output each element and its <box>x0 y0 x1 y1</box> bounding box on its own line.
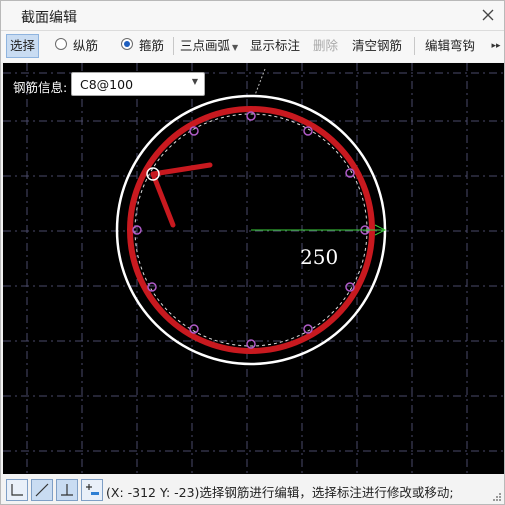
longitudinal-radio[interactable] <box>55 38 67 50</box>
status-bar: (X: -312 Y: -23)选择钢筋进行编辑，选择标注进行修改或移动; <box>1 475 504 504</box>
resize-grip-icon[interactable] <box>493 493 501 501</box>
ortho-snap-button[interactable] <box>6 479 28 501</box>
rebar-info-label: 钢筋信息: <box>13 80 68 95</box>
toolbar-divider <box>414 37 415 55</box>
stirrup-radio[interactable] <box>121 38 133 50</box>
dimension-snap-button[interactable] <box>81 479 103 501</box>
arc-mode-dropdown[interactable]: 三点画弧 ▼ <box>177 35 241 57</box>
perpendicular-snap-button[interactable] <box>56 479 78 501</box>
perpendicular-icon <box>61 484 73 496</box>
window-title: 截面编辑 <box>21 10 77 26</box>
toolbar-divider <box>173 37 174 55</box>
select-button[interactable]: 选择 <box>6 34 40 58</box>
rebar-info-select[interactable]: C8@100 ▼ <box>71 72 205 96</box>
stirrup-label[interactable]: 箍筋 <box>136 35 167 57</box>
rebar-info-value: C8@100 <box>80 77 134 92</box>
stirrup-hook <box>150 162 213 228</box>
status-text: (X: -312 Y: -23)选择钢筋进行编辑，选择标注进行修改或移动; <box>106 485 454 500</box>
title-bar: 截面编辑 <box>1 1 504 31</box>
chevron-down-icon: ▼ <box>232 43 239 52</box>
orthogonal-icon <box>11 484 23 496</box>
section-edit-window: 截面编辑 选择 纵筋 箍筋 三点画弧 ▼ 显示标注 删除 清空钢筋 编辑弯钩 ▸▸ <box>0 0 505 505</box>
chevron-down-icon: ▼ <box>191 77 198 86</box>
add-dimension-icon <box>86 484 99 495</box>
diagonal-line-icon <box>35 483 49 497</box>
toolbar-overflow-icon[interactable]: ▸▸ <box>490 37 502 55</box>
delete-button[interactable]: 删除 <box>310 35 341 57</box>
line-snap-button[interactable] <box>31 479 53 501</box>
edit-hook-button[interactable]: 编辑弯钩 <box>422 35 478 57</box>
clear-rebar-button[interactable]: 清空钢筋 <box>349 35 405 57</box>
arc-mode-label: 三点画弧 <box>180 38 231 53</box>
show-dimension-button[interactable]: 显示标注 <box>247 35 303 57</box>
drawing-canvas[interactable]: 250 钢筋信息: C8@100 ▼ <box>3 63 504 474</box>
toolbar: 选择 纵筋 箍筋 三点画弧 ▼ 显示标注 删除 清空钢筋 编辑弯钩 ▸▸ <box>1 31 504 62</box>
close-icon[interactable] <box>480 7 496 23</box>
longitudinal-label[interactable]: 纵筋 <box>70 35 101 57</box>
dimension-text: 250 <box>300 245 338 269</box>
section-drawing: 250 <box>3 63 504 474</box>
grid <box>3 63 504 474</box>
